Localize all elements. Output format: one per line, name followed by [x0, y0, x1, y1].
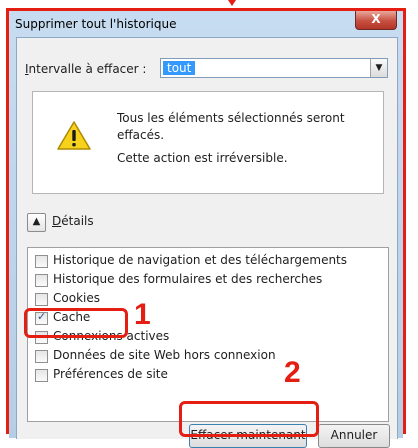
- annotation-arrow: [228, 0, 236, 6]
- annotation-step-2: 2: [284, 356, 301, 389]
- annotation-step-1: 1: [134, 298, 151, 331]
- annotation-frame: [6, 8, 406, 434]
- annotation-highlight-cache: [24, 308, 128, 338]
- annotation-highlight-clear: [179, 401, 319, 437]
